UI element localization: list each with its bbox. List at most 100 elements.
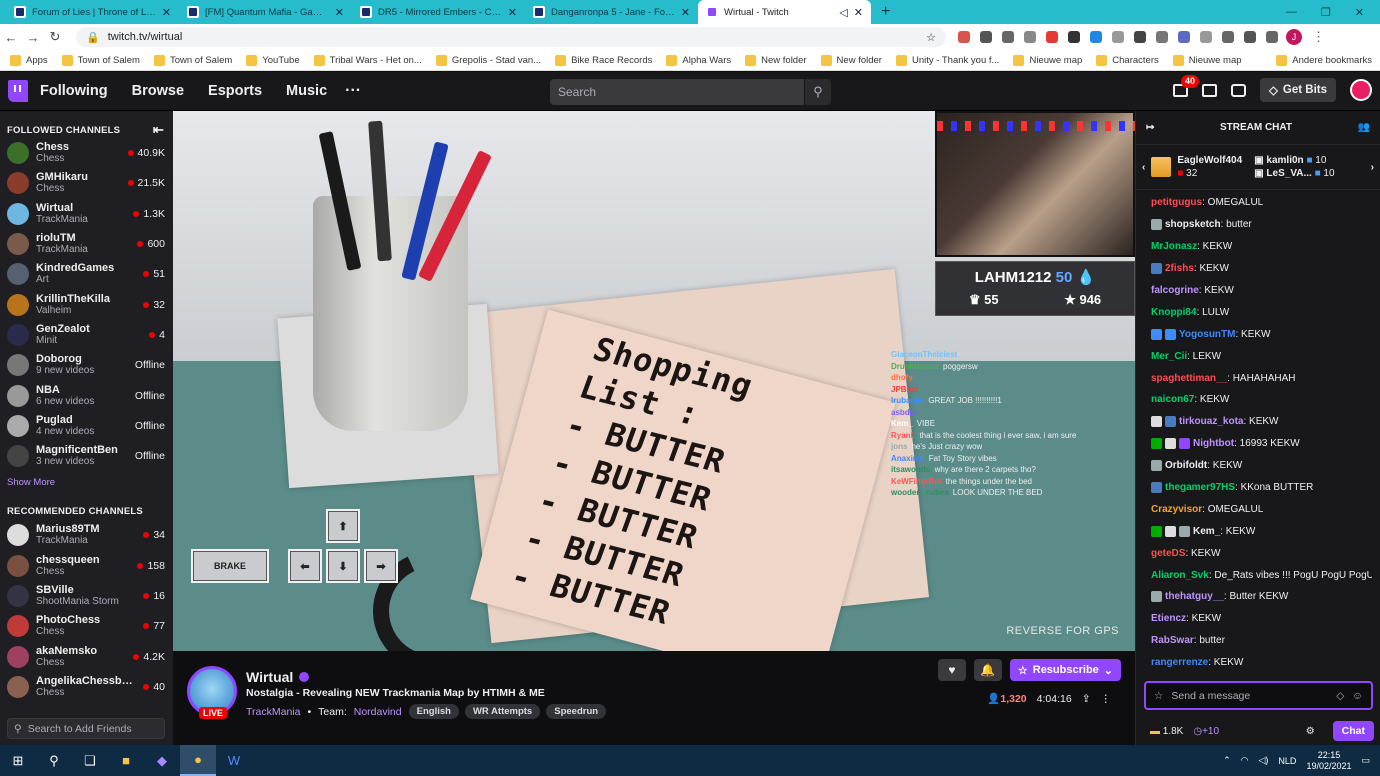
notifications-icon[interactable]: [1231, 83, 1247, 97]
bookmark-item[interactable]: Apps: [10, 54, 48, 66]
chat-username[interactable]: geteDS: [1151, 548, 1185, 559]
bookmark-item[interactable]: Alpha Wars: [666, 54, 731, 66]
browser-tab[interactable]: [FM] Quantum Mafia - Game Th ✕: [179, 0, 352, 24]
chat-badge-icon[interactable]: [1151, 219, 1162, 231]
chat-badge-icon[interactable]: [1165, 525, 1176, 537]
reload-icon[interactable]: ↻: [44, 29, 66, 45]
chat-username[interactable]: naicon67: [1151, 394, 1194, 405]
bookmark-item[interactable]: YouTube: [246, 54, 300, 66]
sidebar-channel[interactable]: KindredGames Art 51: [0, 259, 173, 289]
tab-close-icon[interactable]: ✕: [854, 6, 863, 19]
extension-icon[interactable]: [1024, 31, 1036, 43]
windows-start-icon[interactable]: ⊞: [0, 745, 36, 776]
chat-username[interactable]: thegamer97HS: [1165, 482, 1235, 493]
resubscribe-button[interactable]: ☆ Resubscribe ⌄: [1009, 659, 1121, 681]
gifter-name[interactable]: kamli0n: [1266, 155, 1303, 166]
chat-username[interactable]: Knoppi84: [1151, 307, 1197, 318]
chat-username[interactable]: MrJonasz: [1151, 241, 1197, 252]
emote-picker-icon[interactable]: ☆: [1154, 690, 1163, 702]
extension-icon[interactable]: [1156, 31, 1168, 43]
emoji-icon[interactable]: ☺: [1352, 690, 1363, 702]
sidebar-channel[interactable]: Doborog 9 new videos Offline: [0, 350, 173, 380]
bookmark-item[interactable]: Nieuwe map: [1172, 54, 1242, 66]
forward-icon[interactable]: →: [22, 30, 44, 45]
extension-icon[interactable]: [1112, 31, 1124, 43]
sidebar-channel[interactable]: akaNemsko Chess 4.2K: [0, 641, 173, 671]
bookmark-item[interactable]: Town of Salem: [153, 54, 232, 66]
user-avatar[interactable]: [1350, 79, 1372, 101]
team-link[interactable]: Nordavind: [354, 706, 402, 718]
bookmark-item[interactable]: Tribal Wars - Het on...: [313, 54, 422, 66]
search-input[interactable]: Search: [550, 79, 804, 105]
minimize-icon[interactable]: —: [1286, 6, 1297, 18]
bookmark-item[interactable]: Unity - Thank you f...: [895, 54, 999, 66]
nav-more-icon[interactable]: ···: [345, 82, 361, 100]
bonus-claim[interactable]: ◷+10: [1193, 726, 1219, 737]
wifi-icon[interactable]: ◠: [1241, 755, 1249, 766]
chat-username[interactable]: petitgugus: [1151, 197, 1202, 208]
chat-badge-icon[interactable]: [1179, 438, 1190, 450]
back-icon[interactable]: ←: [0, 30, 22, 45]
sidebar-channel[interactable]: AngelikaChessborn Chess 40: [0, 672, 173, 702]
extension-icon[interactable]: [1002, 31, 1014, 43]
sidebar-channel[interactable]: MagnificentBen 3 new videos Offline: [0, 441, 173, 471]
gifter-name[interactable]: LeS_VA...: [1266, 168, 1311, 179]
mute-icon[interactable]: ◁: [839, 6, 847, 19]
puzzle-icon[interactable]: [1222, 31, 1234, 43]
video-player[interactable]: Shopping List :- BUTTER - BUTTER - BUTTER - …: [173, 111, 1135, 651]
nav-browse[interactable]: Browse: [132, 83, 184, 99]
chat-badge-icon[interactable]: [1165, 416, 1176, 428]
chat-badge-icon[interactable]: [1151, 263, 1162, 275]
chevron-left-icon[interactable]: ‹: [1142, 162, 1145, 173]
stream-tag[interactable]: WR Attempts: [464, 704, 541, 719]
whispers-icon[interactable]: [1202, 83, 1218, 97]
extension-icon[interactable]: [1068, 31, 1080, 43]
tab-close-icon[interactable]: ✕: [335, 6, 344, 19]
chat-badge-icon[interactable]: [1151, 438, 1162, 450]
sidebar-channel[interactable]: Chess Chess 40.9K: [0, 138, 173, 168]
notification-center-icon[interactable]: ▭: [1361, 755, 1370, 766]
nav-following[interactable]: Following: [40, 83, 108, 99]
channel-points-button[interactable]: ▬ 1.8K: [1150, 726, 1183, 737]
sidebar-channel[interactable]: chessqueen Chess 158: [0, 551, 173, 581]
sidebar-channel[interactable]: rioluTM TrackMania 600: [0, 229, 173, 259]
chevron-right-icon[interactable]: ›: [1371, 162, 1374, 173]
chat-username[interactable]: Nightbot: [1193, 438, 1234, 449]
stream-tag[interactable]: Speedrun: [546, 704, 607, 719]
chat-username[interactable]: Etiencz: [1151, 613, 1186, 624]
extension-icon[interactable]: [1046, 31, 1058, 43]
chat-badge-icon[interactable]: [1151, 591, 1162, 603]
add-friends-search[interactable]: ⚲ Search to Add Friends: [7, 718, 165, 739]
chat-badge-icon[interactable]: [1151, 328, 1162, 340]
bookmark-item[interactable]: New folder: [745, 54, 807, 66]
sidebar-channel[interactable]: PhotoChess Chess 77: [0, 611, 173, 641]
nav-esports[interactable]: Esports: [208, 83, 262, 99]
chat-badge-icon[interactable]: [1165, 328, 1176, 340]
chat-username[interactable]: spaghettiman__: [1151, 373, 1227, 384]
sidebar-channel[interactable]: SBVille ShootMania Storm 16: [0, 581, 173, 611]
nav-music[interactable]: Music: [286, 83, 327, 99]
tab-close-icon[interactable]: ✕: [508, 6, 517, 19]
extension-icon[interactable]: [1178, 31, 1190, 43]
chat-username[interactable]: Mer_Cii: [1151, 351, 1187, 362]
extension-icon[interactable]: [958, 31, 970, 43]
extension-icon[interactable]: [980, 31, 992, 43]
collapse-chat-icon[interactable]: ↦: [1146, 122, 1154, 133]
twitch-logo-icon[interactable]: [8, 80, 28, 102]
browser-tab[interactable]: Forum of Lies | Throne of Lies | t ✕: [6, 0, 179, 24]
community-icon[interactable]: 👥: [1358, 122, 1370, 133]
input-language[interactable]: NLD: [1278, 756, 1296, 766]
show-more-link[interactable]: Show More: [0, 471, 173, 502]
chat-username[interactable]: Kem_: [1193, 526, 1220, 537]
close-window-icon[interactable]: ✕: [1355, 6, 1364, 19]
sidebar-channel[interactable]: KrillinTheKilla Valheim 32: [0, 289, 173, 319]
get-bits-button[interactable]: ◇ Get Bits: [1260, 78, 1336, 102]
chat-badge-icon[interactable]: [1151, 525, 1162, 537]
share-icon[interactable]: ⇪: [1082, 693, 1091, 705]
extension-icon[interactable]: [1200, 31, 1212, 43]
chat-badge-icon[interactable]: [1165, 438, 1176, 450]
sidebar-channel[interactable]: Wirtual TrackMania 1.3K: [0, 199, 173, 229]
search-icon[interactable]: ⚲: [805, 79, 831, 105]
clock[interactable]: 22:15 19/02/2021: [1306, 750, 1351, 772]
tray-chevron-icon[interactable]: ⌃: [1223, 755, 1231, 766]
